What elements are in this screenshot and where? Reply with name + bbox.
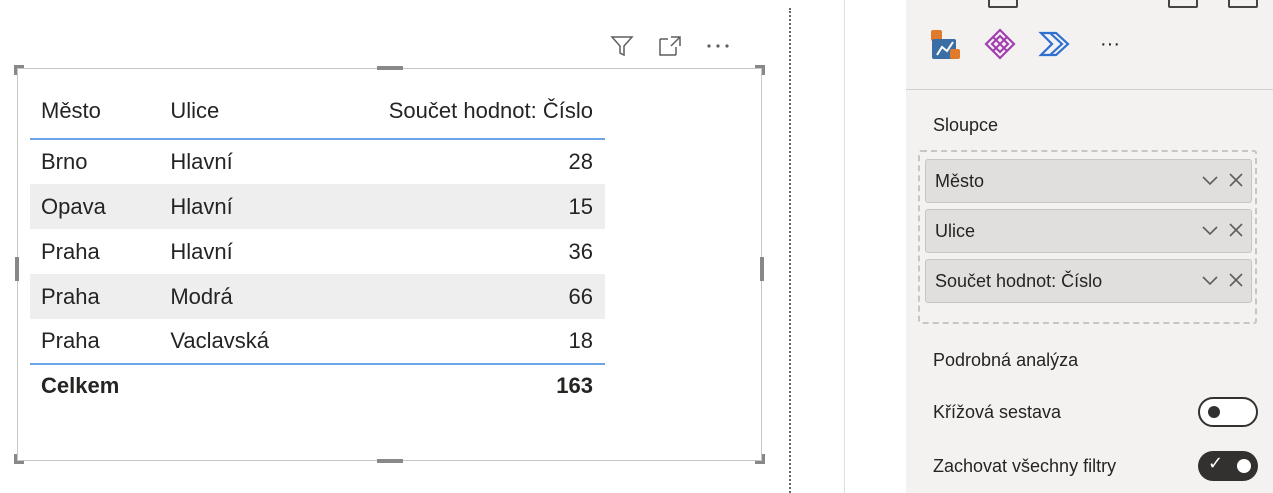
total-empty-cell xyxy=(159,363,315,406)
report-canvas: Město Ulice Součet hodnot: Číslo Brno Hl… xyxy=(0,0,790,493)
resize-handle-top-right[interactable] xyxy=(755,65,765,75)
visual-gallery-row: ··· xyxy=(928,27,1127,61)
resize-handle-bottom-left[interactable] xyxy=(14,454,24,464)
field-pill-label: Ulice xyxy=(935,220,976,241)
field-pill-label: Město xyxy=(935,170,985,191)
cell-ulice: Vaclavská xyxy=(159,319,315,364)
canvas-divider xyxy=(789,8,791,493)
cell-mesto: Opava xyxy=(30,184,160,229)
table-row[interactable]: Praha Modrá 66 xyxy=(30,274,605,319)
check-icon: ✓ xyxy=(1208,453,1224,473)
cell-cislo: 18 xyxy=(314,319,605,364)
pane-border xyxy=(844,0,845,493)
table-visual[interactable]: Město Ulice Součet hodnot: Číslo Brno Hl… xyxy=(14,65,765,464)
cell-cislo: 15 xyxy=(314,184,605,229)
more-options-icon[interactable] xyxy=(704,34,732,58)
toggle-knob xyxy=(1208,406,1220,418)
cell-cislo: 36 xyxy=(314,229,605,274)
cross-report-label: Křížová sestava xyxy=(933,401,1062,422)
visual-type-icon[interactable] xyxy=(1168,0,1198,8)
chevron-down-icon[interactable] xyxy=(1201,171,1219,192)
visual-type-icon[interactable] xyxy=(1048,0,1078,8)
resize-handle-right[interactable] xyxy=(760,257,764,281)
more-visuals-icon[interactable]: ··· xyxy=(1093,27,1127,61)
data-table: Město Ulice Součet hodnot: Číslo Brno Hl… xyxy=(30,83,605,406)
total-value: 163 xyxy=(314,363,605,406)
cell-ulice: Modrá xyxy=(159,274,315,319)
resize-handle-bottom-right[interactable] xyxy=(755,454,765,464)
cell-ulice: Hlavní xyxy=(159,184,315,229)
cell-ulice: Hlavní xyxy=(159,139,315,184)
visual-header xyxy=(608,34,732,58)
field-pill-ulice[interactable]: Ulice xyxy=(925,209,1252,253)
cell-ulice: Hlavní xyxy=(159,229,315,274)
toggle-knob xyxy=(1237,459,1251,473)
filter-icon[interactable] xyxy=(608,34,636,58)
column-header-cislo[interactable]: Součet hodnot: Číslo xyxy=(314,83,605,140)
close-icon[interactable] xyxy=(1229,271,1243,292)
close-icon[interactable] xyxy=(1229,171,1243,192)
cross-report-toggle[interactable] xyxy=(1198,397,1258,427)
drillthrough-section-label: Podrobná analýza xyxy=(933,350,1079,370)
total-row: Celkem 163 xyxy=(30,363,605,406)
table-header-row: Město Ulice Součet hodnot: Číslo xyxy=(30,83,605,140)
columns-field-well[interactable]: Město Ulice Součet hodnot: Číslo xyxy=(918,150,1257,324)
table-row[interactable]: Praha Hlavní 36 xyxy=(30,229,605,274)
cell-mesto: Praha xyxy=(30,319,160,364)
visualizations-pane: ··· Sloupce Město Ulice Součet hodnot: Č… xyxy=(906,0,1273,493)
chevron-down-icon[interactable] xyxy=(1201,221,1219,242)
table-row[interactable]: Opava Hlavní 15 xyxy=(30,184,605,229)
resize-handle-top-left[interactable] xyxy=(14,65,24,75)
power-automate-icon[interactable] xyxy=(1038,27,1072,61)
cell-mesto: Brno xyxy=(30,139,160,184)
visual-gallery-row-partial xyxy=(928,0,1258,8)
pane-separator xyxy=(906,89,1273,90)
columns-section-label: Sloupce xyxy=(933,115,999,135)
table-row[interactable]: Brno Hlavní 28 xyxy=(30,139,605,184)
python-visual-icon[interactable] xyxy=(928,27,962,61)
power-apps-icon[interactable] xyxy=(983,27,1017,61)
more-visuals-glyph: ··· xyxy=(1100,32,1120,55)
close-icon[interactable] xyxy=(1229,221,1243,242)
focus-mode-icon[interactable] xyxy=(656,34,684,58)
field-pill-label: Součet hodnot: Číslo xyxy=(935,270,1103,291)
keep-filters-label: Zachovat všechny filtry xyxy=(933,455,1117,476)
visual-type-icon[interactable] xyxy=(1228,0,1258,8)
field-pill-cislo[interactable]: Součet hodnot: Číslo xyxy=(925,259,1252,303)
keep-filters-row: Zachovat všechny filtry ✓ xyxy=(933,451,1258,481)
cell-cislo: 28 xyxy=(314,139,605,184)
field-pill-mesto[interactable]: Město xyxy=(925,159,1252,203)
column-header-ulice[interactable]: Ulice xyxy=(159,83,315,140)
visual-type-icon[interactable] xyxy=(928,0,958,8)
cell-mesto: Praha xyxy=(30,274,160,319)
resize-handle-left[interactable] xyxy=(15,257,19,281)
total-label: Celkem xyxy=(30,363,160,406)
cell-mesto: Praha xyxy=(30,229,160,274)
visual-type-icon[interactable] xyxy=(988,0,1018,8)
keep-filters-toggle[interactable]: ✓ xyxy=(1198,451,1258,481)
cross-report-row: Křížová sestava xyxy=(933,397,1258,427)
column-header-mesto[interactable]: Město xyxy=(30,83,160,140)
visual-type-icon[interactable] xyxy=(1108,0,1138,8)
resize-handle-bottom[interactable] xyxy=(377,459,403,463)
table-row[interactable]: Praha Vaclavská 18 xyxy=(30,319,605,364)
cell-cislo: 66 xyxy=(314,274,605,319)
chevron-down-icon[interactable] xyxy=(1201,271,1219,292)
resize-handle-top[interactable] xyxy=(377,66,403,70)
